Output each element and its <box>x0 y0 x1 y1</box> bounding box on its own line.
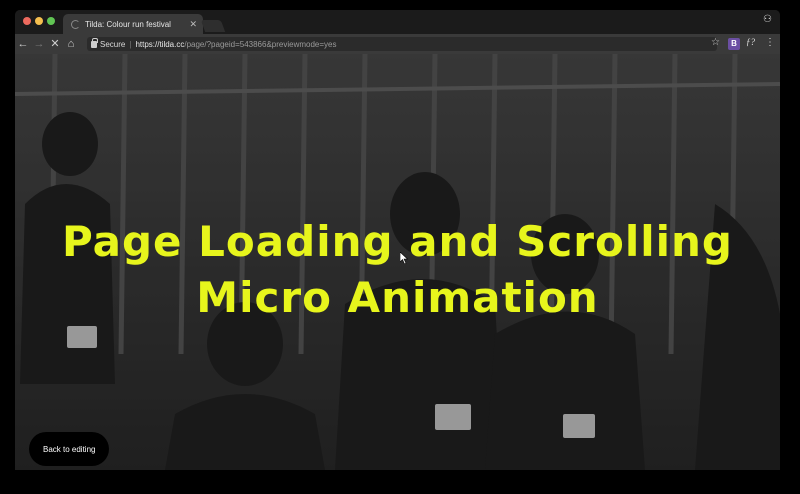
address-separator: | <box>129 39 132 49</box>
hero-title-line-1: Page Loading and Scrolling <box>62 217 733 266</box>
incognito-profile-icon[interactable]: ⚇ <box>763 14 772 25</box>
home-icon[interactable]: ⌂ <box>63 34 79 54</box>
back-arrow-icon[interactable]: ← <box>15 34 31 54</box>
stop-loading-icon[interactable]: ✕ <box>47 34 63 54</box>
address-bar[interactable]: Secure | https://tilda.cc /page/?pageid=… <box>87 37 717 51</box>
url-host: https://tilda.cc <box>135 39 185 49</box>
tab-title: Tilda: Colour run festival <box>85 19 171 29</box>
loading-spinner-icon <box>71 19 80 29</box>
back-to-editing-button[interactable]: Back to editing <box>29 432 110 466</box>
mouse-cursor-icon <box>400 252 408 264</box>
browser-window: Tilda: Colour run festival ✕ ⚇ ← → ✕ ⌂ S… <box>15 10 780 470</box>
new-tab-button[interactable] <box>200 20 226 32</box>
bookmark-star-icon[interactable]: ☆ <box>711 37 720 48</box>
maximize-window-button[interactable] <box>47 17 55 25</box>
extension-f-icon[interactable]: ƒ? <box>746 37 755 47</box>
hero-title-line-2: Micro Animation <box>196 273 599 322</box>
secure-label: Secure <box>100 39 126 49</box>
tab-close-icon[interactable]: ✕ <box>189 19 197 30</box>
url-path: /page/?pageid=543866&previewmode=yes <box>184 39 337 49</box>
hero-title: Page Loading and Scrolling Micro Animati… <box>15 214 780 326</box>
address-toolbar: ← → ✕ ⌂ Secure | https://tilda.cc /page/… <box>15 34 780 54</box>
extension-b-icon[interactable]: B <box>728 38 740 50</box>
browser-menu-icon[interactable]: ⋮ <box>765 37 775 48</box>
page-viewport: Page Loading and Scrolling Micro Animati… <box>15 54 780 470</box>
minimize-window-button[interactable] <box>35 17 43 25</box>
forward-arrow-icon[interactable]: → <box>31 34 47 54</box>
tab-colour-run[interactable]: Tilda: Colour run festival ✕ <box>63 14 203 34</box>
lock-icon <box>91 37 98 48</box>
tab-bar: Tilda: Colour run festival ✕ ⚇ <box>15 10 780 34</box>
close-window-button[interactable] <box>23 17 31 25</box>
